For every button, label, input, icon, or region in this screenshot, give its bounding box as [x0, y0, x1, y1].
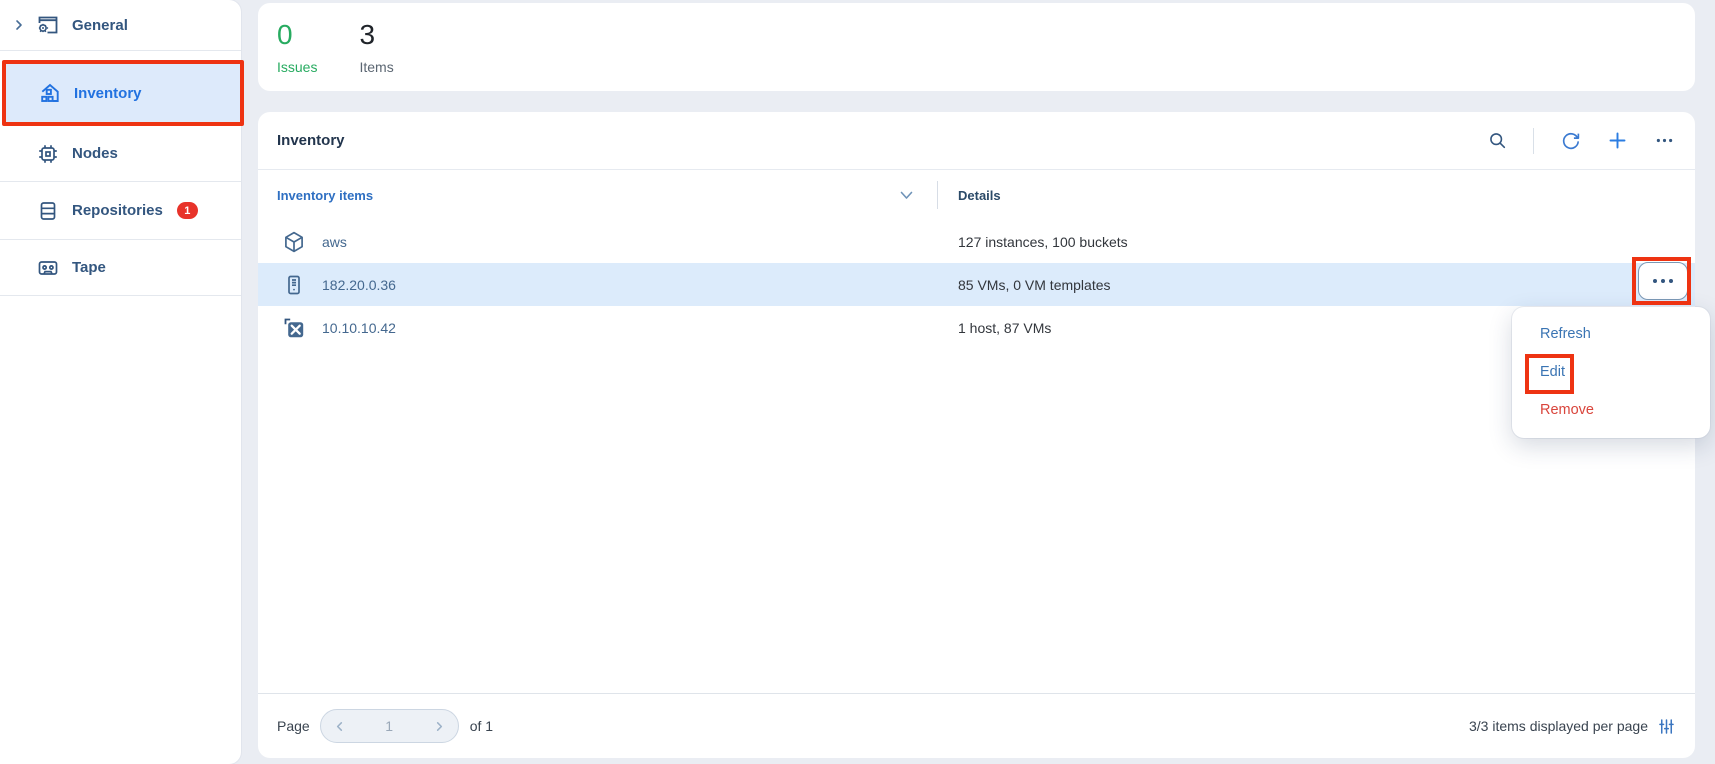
inventory-house-icon	[38, 81, 62, 105]
item-details: 127 instances, 100 buckets	[958, 234, 1128, 250]
sidebar-item-repositories[interactable]: Repositories 1	[0, 182, 241, 240]
tape-icon	[36, 256, 60, 280]
dot	[1653, 279, 1657, 283]
page-total: of 1	[470, 718, 493, 734]
table-row-aws[interactable]: aws 127 instances, 100 buckets	[258, 220, 1695, 263]
items-count: 3	[359, 20, 393, 50]
sidebar-item-label: Inventory	[74, 85, 142, 102]
issues-stat[interactable]: 0 Issues	[277, 20, 317, 75]
sidebar-item-tape[interactable]: Tape	[0, 240, 241, 296]
issues-count: 0	[277, 20, 317, 50]
panel-header: Inventory	[258, 112, 1695, 170]
item-name: 182.20.0.36	[322, 277, 396, 293]
sidebar-item-general[interactable]: General	[0, 0, 241, 51]
repositories-badge: 1	[177, 202, 198, 219]
server-icon	[282, 273, 306, 297]
item-details: 85 VMs, 0 VM templates	[958, 277, 1111, 293]
items-summary: 3/3 items displayed per page	[1469, 718, 1648, 734]
search-icon	[1487, 130, 1508, 151]
items-label: Items	[359, 59, 393, 75]
chevron-right-icon[interactable]	[434, 721, 445, 732]
sidebar-item-label: Nodes	[72, 145, 118, 162]
refresh-icon	[1560, 130, 1581, 151]
dot	[1661, 279, 1665, 283]
issues-label: Issues	[277, 59, 317, 75]
column-inventory-items[interactable]: Inventory items	[258, 188, 937, 203]
sidebar-item-nodes[interactable]: Nodes	[0, 126, 241, 182]
menu-item-refresh[interactable]: Refresh	[1512, 315, 1710, 353]
table-row-182-20-0-36[interactable]: 182.20.0.36 85 VMs, 0 VM templates	[258, 263, 1695, 306]
column-label: Inventory items	[277, 188, 373, 203]
chevron-right-icon	[13, 19, 25, 31]
sidebar-item-label: General	[72, 17, 128, 34]
dot	[1669, 279, 1673, 283]
cloud-cube-icon	[282, 230, 306, 254]
menu-item-edit[interactable]: Edit	[1512, 353, 1710, 391]
inventory-panel: Inventory Inventory items	[258, 112, 1695, 758]
table-row-10-10-10-42[interactable]: 10.10.10.42 1 host, 87 VMs	[258, 306, 1695, 349]
items-stat[interactable]: 3 Items	[359, 20, 393, 75]
add-button[interactable]	[1606, 130, 1628, 152]
item-name: 10.10.10.42	[322, 320, 396, 336]
page-stepper: 1	[320, 709, 459, 743]
context-menu: Refresh Edit Remove	[1512, 307, 1710, 438]
page-label: Page	[277, 718, 310, 734]
sliders-icon[interactable]	[1657, 717, 1676, 736]
sidebar: General Inventory Nodes Re	[0, 0, 241, 764]
search-button[interactable]	[1486, 130, 1508, 152]
toolbar-divider	[1533, 128, 1534, 154]
window-gear-icon	[36, 13, 60, 37]
sidebar-item-inventory[interactable]: Inventory	[2, 60, 244, 126]
panel-toolbar	[1486, 112, 1675, 169]
more-icon	[1654, 130, 1675, 151]
pagination: Page 1 of 1	[277, 709, 493, 743]
item-details: 1 host, 87 VMs	[958, 320, 1051, 336]
current-page[interactable]: 1	[385, 718, 393, 734]
add-icon	[1607, 130, 1628, 151]
database-icon	[36, 199, 60, 223]
summary-card: 0 Issues 3 Items	[258, 3, 1695, 91]
app-window: General Inventory Nodes Re	[0, 0, 1715, 764]
column-details[interactable]: Details	[938, 188, 1001, 203]
sidebar-item-label: Repositories	[72, 202, 163, 219]
panel-title: Inventory	[277, 112, 345, 169]
panel-more-button[interactable]	[1653, 130, 1675, 152]
items-per-page: 3/3 items displayed per page	[1469, 717, 1676, 736]
item-name: aws	[322, 234, 347, 250]
refresh-button[interactable]	[1559, 130, 1581, 152]
column-label: Details	[958, 188, 1001, 203]
chevron-down-icon[interactable]	[900, 191, 913, 200]
row-actions-button[interactable]	[1638, 262, 1688, 300]
chevron-left-icon[interactable]	[334, 721, 345, 732]
sidebar-item-label: Tape	[72, 259, 106, 276]
chip-icon	[36, 142, 60, 166]
table-header: Inventory items Details	[258, 170, 1695, 220]
inventory-table: aws 127 instances, 100 buckets 182.20.0.…	[258, 220, 1695, 349]
host-icon	[282, 316, 306, 340]
panel-footer: Page 1 of 1 3/3 items displayed per page	[258, 693, 1695, 758]
menu-item-remove[interactable]: Remove	[1512, 391, 1710, 429]
